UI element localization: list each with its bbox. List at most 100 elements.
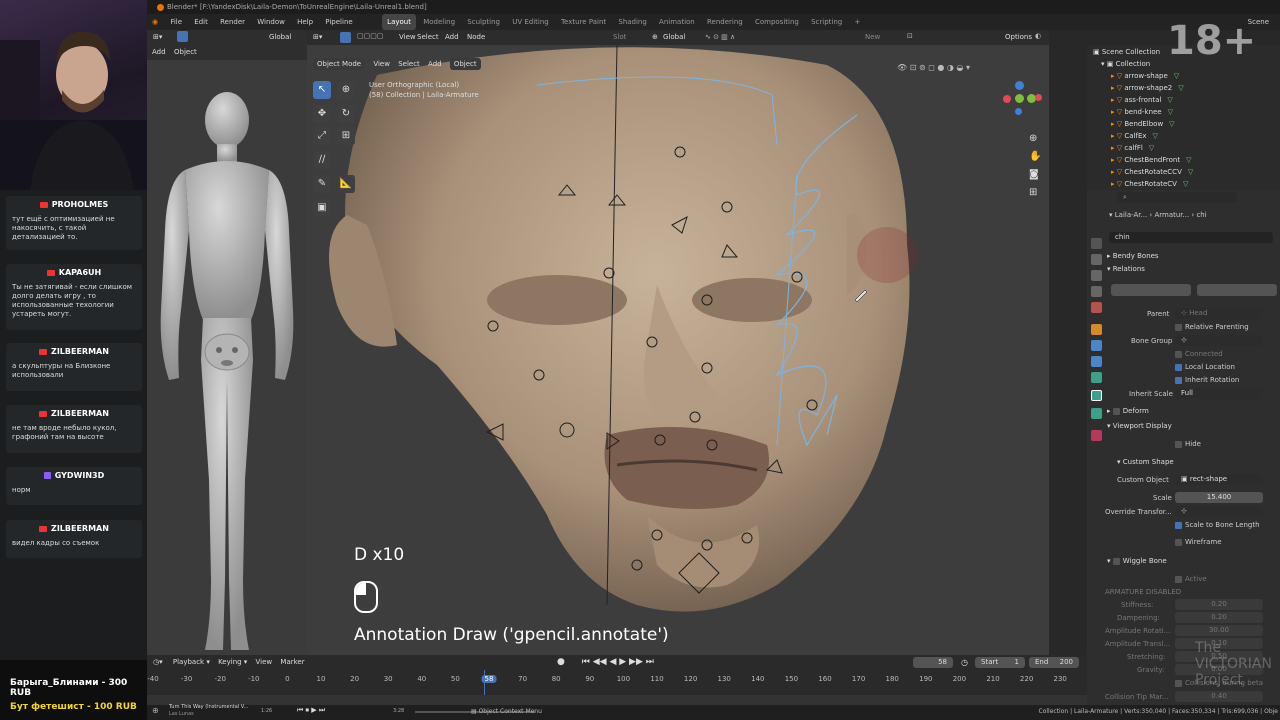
select-box-icon[interactable] [340,32,351,43]
hide-checkbox[interactable]: Hide [1175,440,1201,448]
section-bendy-bones[interactable]: ▸ Bendy Bones [1107,252,1159,260]
custom-object-field[interactable]: ▣ rect-shape [1175,474,1263,485]
node-menu[interactable]: Node [467,33,485,41]
modifier-tab-icon[interactable] [1091,340,1102,351]
scale-field[interactable]: 15.400 [1175,492,1263,503]
stiffness-field[interactable]: 0.20 [1175,599,1263,610]
output-tab-icon[interactable] [1091,270,1102,281]
navigation-gizmo[interactable] [997,81,1042,115]
add-workspace-button[interactable]: + [849,14,865,30]
rotate-tool-icon[interactable]: ↻ [337,105,355,123]
add-menu[interactable]: Add [152,48,166,56]
render-tab-icon[interactable] [1091,254,1102,265]
layers-grid-b[interactable] [1197,284,1277,296]
relative-parenting-checkbox[interactable]: Relative Parenting [1175,323,1249,331]
wiggle-active-checkbox[interactable]: Active [1175,575,1207,583]
menu-file[interactable]: File [165,14,187,30]
view-layer-tab-icon[interactable] [1091,286,1102,297]
view-menu[interactable]: View [399,33,416,41]
material-pin-icon[interactable]: ⊡ [907,32,913,40]
snap-proportional-icons[interactable]: ∿ ⊙ ▥ ∧ [705,33,735,41]
menu-help[interactable]: Help [292,14,318,30]
x-neg-icon[interactable] [1003,95,1011,103]
wireframe-checkbox[interactable]: Wireframe [1175,538,1222,546]
scene-tab-icon[interactable] [1091,302,1102,313]
constraints-tab-icon[interactable] [1091,372,1102,383]
menu-render[interactable]: Render [215,14,250,30]
layers-grid-a[interactable] [1111,284,1191,296]
select-tool-icon[interactable]: ↖ [313,81,331,99]
tab-layout[interactable]: Layout [382,14,416,30]
z-axis-icon[interactable] [1015,81,1024,90]
pan-hand-icon[interactable]: ✋ [1029,151,1041,162]
orientation-dropdown[interactable]: Global [663,33,685,41]
outliner-item[interactable]: ▸ ▽ BendElbow ▽ [1111,120,1175,128]
annotate-line-tool-icon[interactable]: ✎ [313,175,331,193]
tab-compositing[interactable]: Compositing [750,14,804,30]
new-material-button[interactable]: New [865,33,880,41]
local-location-checkbox[interactable]: Local Location [1175,363,1235,371]
physics-tab-icon[interactable] [1091,356,1102,367]
outliner-item[interactable]: ▸ ▽ bend-knee ▽ [1111,108,1173,116]
parent-field[interactable]: ⊹ Head [1175,308,1263,319]
outliner-scene-collection[interactable]: ▣ Scene Collection [1093,48,1160,56]
section-relations[interactable]: ▾ Relations [1107,265,1145,273]
tab-rendering[interactable]: Rendering [702,14,748,30]
inherit-scale-dropdown[interactable]: Full [1175,388,1263,399]
outliner-collection[interactable]: ▾ ▣ Collection [1101,60,1150,68]
texture-tab-icon[interactable] [1091,430,1102,441]
menu-pipeline[interactable]: Pipeline [320,14,357,30]
options-dropdown[interactable]: Options [1005,33,1032,41]
y-axis-icon[interactable] [1015,94,1024,103]
menu-window[interactable]: Window [252,14,290,30]
menu-edit[interactable]: Edit [189,14,213,30]
add-cube-tool-icon[interactable]: ▣ [313,199,331,217]
outliner-item[interactable]: ▸ ▽ ass-frontal ▽ [1111,96,1173,104]
outliner-item[interactable]: ▸ ▽ CalfEx ▽ [1111,132,1158,140]
transform-pivot-icons[interactable]: ▢▢▢▢ [357,32,383,40]
add-menu-2[interactable]: Add [428,60,442,68]
outliner-item[interactable]: ▸ ▽ arrow-shape ▽ [1111,72,1179,80]
orientation-dropdown[interactable]: Global [269,33,291,41]
frame-ruler[interactable]: -40 -30 -20 -10 0 10 20 30 40 50 58 70 80 90 100 110 120… [147,655,1087,695]
zoom-icon[interactable]: ⊕ [1029,133,1037,144]
music-controls[interactable]: ⏮ ⏹ ▶ ⏭ [297,706,325,715]
amplitude-rotation-field[interactable]: 30.00 [1175,625,1263,636]
ortho-grid-icon[interactable]: ⊞ [1029,187,1037,198]
select-menu-2[interactable]: Select [398,60,420,68]
tab-modeling[interactable]: Modeling [418,14,460,30]
tab-scripting[interactable]: Scripting [806,14,847,30]
outliner-item[interactable]: ▸ ▽ ChestRotateCCV ▽ [1111,168,1193,176]
mode-dropdown[interactable]: Object Mode [313,58,366,70]
select-menu[interactable]: Select [417,33,439,41]
tab-texture-paint[interactable]: Texture Paint [556,14,611,30]
3d-viewport[interactable]: Object Mode View Select Add Object User … [307,45,1049,655]
editor-type-icon[interactable]: ⊞▾ [313,33,322,41]
bone-group-field[interactable]: ⊹ [1175,335,1263,346]
z-neg-icon[interactable] [1015,108,1022,115]
outliner-item[interactable]: ▸ ▽ ChestBendFront ▽ [1111,156,1191,164]
scale-to-bone-checkbox[interactable]: Scale to Bone Length [1175,521,1260,529]
toggle-sidebar-icon[interactable]: ◐ [1035,32,1041,40]
camera-icon[interactable]: ◙ [1029,169,1039,180]
tool-tab-icon[interactable] [1091,238,1102,249]
cursor-tool-icon[interactable]: ⊕ [337,81,355,99]
object-menu-2[interactable]: Object [449,58,481,70]
properties-search[interactable]: ⌕ [1117,192,1237,203]
timeline-scrollbar[interactable] [147,695,1087,705]
view-menu-2[interactable]: View [373,60,390,68]
tab-animation[interactable]: Animation [654,14,700,30]
tab-sculpting[interactable]: Sculpting [462,14,505,30]
select-mode-icon[interactable] [177,31,188,42]
reference-viewport[interactable]: ⊞▾ Global Add Object [147,30,307,655]
blender-menu-icon[interactable]: ◉ [147,14,163,30]
add-menu[interactable]: Add [445,33,459,41]
section-viewport-display[interactable]: ▾ Viewport Display [1107,422,1172,430]
collision-tip-field[interactable]: 0.40 [1175,691,1263,702]
tab-shading[interactable]: Shading [613,14,651,30]
outliner-item[interactable]: ▸ ▽ ChestRotateCV ▽ [1111,180,1188,188]
orientation-icon[interactable]: ⊕ [652,33,658,41]
editor-type-icon[interactable]: ⊞▾ [153,33,162,41]
dampening-field[interactable]: 0.20 [1175,612,1263,623]
outliner-item[interactable]: ▸ ▽ arrow-shape2 ▽ [1111,84,1184,92]
